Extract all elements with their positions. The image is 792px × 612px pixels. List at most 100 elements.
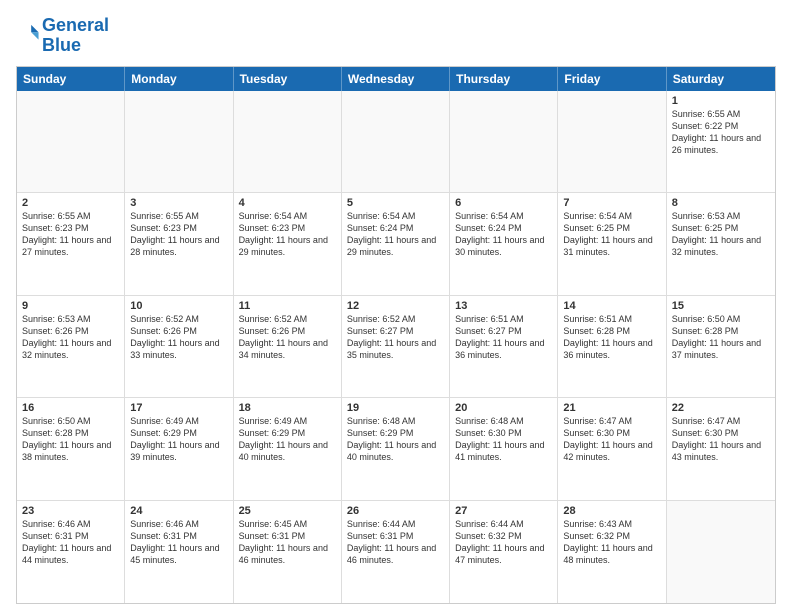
calendar-row-3: 16Sunrise: 6:50 AM Sunset: 6:28 PM Dayli… [17, 398, 775, 500]
day-info: Sunrise: 6:47 AM Sunset: 6:30 PM Dayligh… [563, 415, 660, 464]
calendar-cell-6: 6Sunrise: 6:54 AM Sunset: 6:24 PM Daylig… [450, 193, 558, 294]
logo-icon [18, 22, 40, 44]
calendar-cell-empty [234, 91, 342, 192]
calendar-cell-21: 21Sunrise: 6:47 AM Sunset: 6:30 PM Dayli… [558, 398, 666, 499]
day-info: Sunrise: 6:50 AM Sunset: 6:28 PM Dayligh… [672, 313, 770, 362]
day-number: 21 [563, 402, 660, 414]
calendar-cell-28: 28Sunrise: 6:43 AM Sunset: 6:32 PM Dayli… [558, 501, 666, 603]
page: General Blue SundayMondayTuesdayWednesda… [0, 0, 792, 612]
day-number: 5 [347, 197, 444, 209]
calendar-cell-empty [558, 91, 666, 192]
day-number: 17 [130, 402, 227, 414]
day-number: 13 [455, 300, 552, 312]
day-number: 7 [563, 197, 660, 209]
day-info: Sunrise: 6:54 AM Sunset: 6:24 PM Dayligh… [347, 210, 444, 259]
day-number: 8 [672, 197, 770, 209]
calendar-cell-1: 1Sunrise: 6:55 AM Sunset: 6:22 PM Daylig… [667, 91, 775, 192]
day-info: Sunrise: 6:46 AM Sunset: 6:31 PM Dayligh… [130, 518, 227, 567]
day-info: Sunrise: 6:44 AM Sunset: 6:32 PM Dayligh… [455, 518, 552, 567]
weekday-header-wednesday: Wednesday [342, 67, 450, 91]
calendar-cell-24: 24Sunrise: 6:46 AM Sunset: 6:31 PM Dayli… [125, 501, 233, 603]
day-number: 3 [130, 197, 227, 209]
calendar-cell-23: 23Sunrise: 6:46 AM Sunset: 6:31 PM Dayli… [17, 501, 125, 603]
calendar-row-1: 2Sunrise: 6:55 AM Sunset: 6:23 PM Daylig… [17, 193, 775, 295]
calendar-cell-9: 9Sunrise: 6:53 AM Sunset: 6:26 PM Daylig… [17, 296, 125, 397]
calendar-cell-20: 20Sunrise: 6:48 AM Sunset: 6:30 PM Dayli… [450, 398, 558, 499]
day-number: 12 [347, 300, 444, 312]
day-info: Sunrise: 6:48 AM Sunset: 6:30 PM Dayligh… [455, 415, 552, 464]
calendar-cell-17: 17Sunrise: 6:49 AM Sunset: 6:29 PM Dayli… [125, 398, 233, 499]
day-info: Sunrise: 6:47 AM Sunset: 6:30 PM Dayligh… [672, 415, 770, 464]
calendar-cell-empty [342, 91, 450, 192]
calendar-cell-7: 7Sunrise: 6:54 AM Sunset: 6:25 PM Daylig… [558, 193, 666, 294]
day-info: Sunrise: 6:52 AM Sunset: 6:26 PM Dayligh… [130, 313, 227, 362]
weekday-header-monday: Monday [125, 67, 233, 91]
calendar-cell-16: 16Sunrise: 6:50 AM Sunset: 6:28 PM Dayli… [17, 398, 125, 499]
calendar-cell-18: 18Sunrise: 6:49 AM Sunset: 6:29 PM Dayli… [234, 398, 342, 499]
day-number: 27 [455, 505, 552, 517]
day-info: Sunrise: 6:46 AM Sunset: 6:31 PM Dayligh… [22, 518, 119, 567]
day-info: Sunrise: 6:45 AM Sunset: 6:31 PM Dayligh… [239, 518, 336, 567]
calendar-cell-8: 8Sunrise: 6:53 AM Sunset: 6:25 PM Daylig… [667, 193, 775, 294]
weekday-header-tuesday: Tuesday [234, 67, 342, 91]
calendar-cell-22: 22Sunrise: 6:47 AM Sunset: 6:30 PM Dayli… [667, 398, 775, 499]
calendar-cell-5: 5Sunrise: 6:54 AM Sunset: 6:24 PM Daylig… [342, 193, 450, 294]
calendar-cell-empty [450, 91, 558, 192]
day-number: 24 [130, 505, 227, 517]
day-number: 14 [563, 300, 660, 312]
day-info: Sunrise: 6:52 AM Sunset: 6:27 PM Dayligh… [347, 313, 444, 362]
day-number: 23 [22, 505, 119, 517]
day-info: Sunrise: 6:51 AM Sunset: 6:28 PM Dayligh… [563, 313, 660, 362]
logo-text-line1: General [42, 16, 109, 36]
calendar-cell-11: 11Sunrise: 6:52 AM Sunset: 6:26 PM Dayli… [234, 296, 342, 397]
logo-text-line2: Blue [42, 36, 109, 56]
day-number: 18 [239, 402, 336, 414]
day-info: Sunrise: 6:54 AM Sunset: 6:25 PM Dayligh… [563, 210, 660, 259]
calendar: SundayMondayTuesdayWednesdayThursdayFrid… [16, 66, 776, 604]
day-number: 6 [455, 197, 552, 209]
day-number: 19 [347, 402, 444, 414]
day-info: Sunrise: 6:48 AM Sunset: 6:29 PM Dayligh… [347, 415, 444, 464]
calendar-header: SundayMondayTuesdayWednesdayThursdayFrid… [17, 67, 775, 91]
calendar-row-0: 1Sunrise: 6:55 AM Sunset: 6:22 PM Daylig… [17, 91, 775, 193]
calendar-cell-15: 15Sunrise: 6:50 AM Sunset: 6:28 PM Dayli… [667, 296, 775, 397]
day-info: Sunrise: 6:43 AM Sunset: 6:32 PM Dayligh… [563, 518, 660, 567]
calendar-cell-14: 14Sunrise: 6:51 AM Sunset: 6:28 PM Dayli… [558, 296, 666, 397]
day-number: 15 [672, 300, 770, 312]
day-info: Sunrise: 6:54 AM Sunset: 6:24 PM Dayligh… [455, 210, 552, 259]
calendar-cell-empty [17, 91, 125, 192]
day-info: Sunrise: 6:52 AM Sunset: 6:26 PM Dayligh… [239, 313, 336, 362]
day-number: 26 [347, 505, 444, 517]
calendar-row-4: 23Sunrise: 6:46 AM Sunset: 6:31 PM Dayli… [17, 501, 775, 603]
day-info: Sunrise: 6:55 AM Sunset: 6:23 PM Dayligh… [22, 210, 119, 259]
calendar-cell-3: 3Sunrise: 6:55 AM Sunset: 6:23 PM Daylig… [125, 193, 233, 294]
day-info: Sunrise: 6:49 AM Sunset: 6:29 PM Dayligh… [130, 415, 227, 464]
day-info: Sunrise: 6:50 AM Sunset: 6:28 PM Dayligh… [22, 415, 119, 464]
calendar-cell-19: 19Sunrise: 6:48 AM Sunset: 6:29 PM Dayli… [342, 398, 450, 499]
day-number: 25 [239, 505, 336, 517]
weekday-header-friday: Friday [558, 67, 666, 91]
calendar-cell-10: 10Sunrise: 6:52 AM Sunset: 6:26 PM Dayli… [125, 296, 233, 397]
weekday-header-thursday: Thursday [450, 67, 558, 91]
calendar-row-2: 9Sunrise: 6:53 AM Sunset: 6:26 PM Daylig… [17, 296, 775, 398]
weekday-header-saturday: Saturday [667, 67, 775, 91]
calendar-body: 1Sunrise: 6:55 AM Sunset: 6:22 PM Daylig… [17, 91, 775, 603]
day-info: Sunrise: 6:51 AM Sunset: 6:27 PM Dayligh… [455, 313, 552, 362]
calendar-cell-empty [125, 91, 233, 192]
calendar-cell-4: 4Sunrise: 6:54 AM Sunset: 6:23 PM Daylig… [234, 193, 342, 294]
day-info: Sunrise: 6:44 AM Sunset: 6:31 PM Dayligh… [347, 518, 444, 567]
calendar-cell-26: 26Sunrise: 6:44 AM Sunset: 6:31 PM Dayli… [342, 501, 450, 603]
calendar-cell-2: 2Sunrise: 6:55 AM Sunset: 6:23 PM Daylig… [17, 193, 125, 294]
logo: General Blue [16, 16, 109, 56]
calendar-cell-13: 13Sunrise: 6:51 AM Sunset: 6:27 PM Dayli… [450, 296, 558, 397]
day-number: 28 [563, 505, 660, 517]
calendar-cell-empty [667, 501, 775, 603]
day-number: 9 [22, 300, 119, 312]
weekday-header-sunday: Sunday [17, 67, 125, 91]
calendar-cell-12: 12Sunrise: 6:52 AM Sunset: 6:27 PM Dayli… [342, 296, 450, 397]
day-number: 20 [455, 402, 552, 414]
day-info: Sunrise: 6:55 AM Sunset: 6:23 PM Dayligh… [130, 210, 227, 259]
day-info: Sunrise: 6:54 AM Sunset: 6:23 PM Dayligh… [239, 210, 336, 259]
day-number: 11 [239, 300, 336, 312]
day-number: 1 [672, 95, 770, 107]
